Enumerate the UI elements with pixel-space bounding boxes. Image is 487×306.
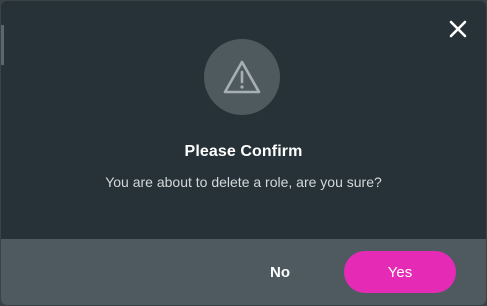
- dialog-footer: No Yes: [1, 239, 486, 305]
- dialog-title: Please Confirm: [184, 143, 303, 160]
- yes-button[interactable]: Yes: [344, 251, 456, 293]
- close-icon: [449, 20, 467, 38]
- warning-triangle-icon: [223, 60, 261, 94]
- close-button[interactable]: [440, 11, 476, 47]
- dialog-body: Please Confirm You are about to delete a…: [1, 1, 486, 239]
- warning-icon-badge: [204, 39, 280, 115]
- dialog-message: You are about to delete a role, are you …: [105, 174, 382, 190]
- confirm-dialog: Please Confirm You are about to delete a…: [1, 1, 486, 305]
- no-button[interactable]: No: [245, 251, 315, 293]
